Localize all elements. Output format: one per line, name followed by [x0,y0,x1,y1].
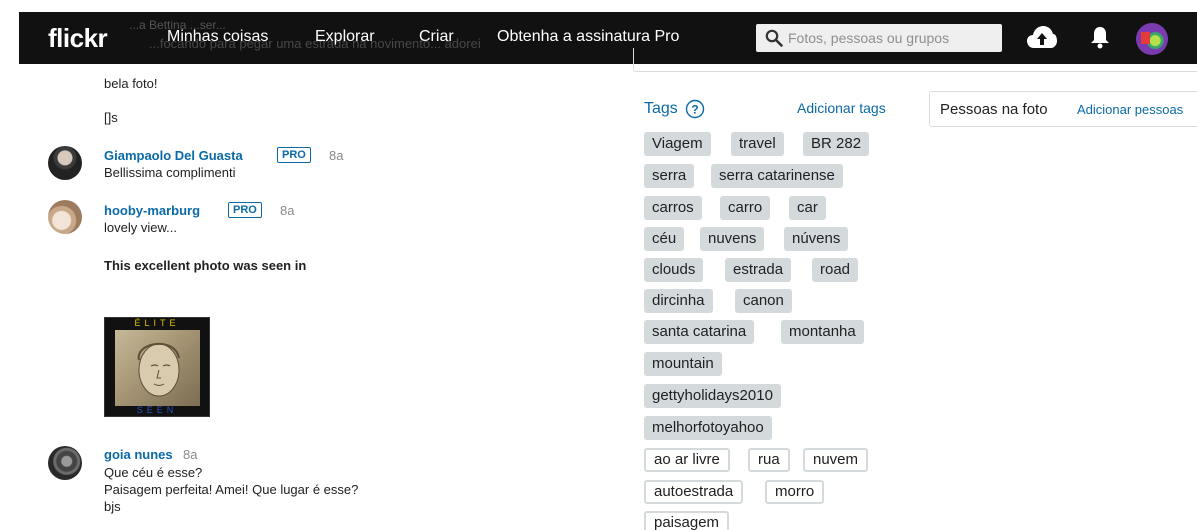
tag-chip-outlined[interactable]: rua [748,448,790,472]
nav-item-explorar[interactable]: Explorar [315,28,375,46]
comment-age[interactable]: 8a [329,148,343,163]
tag-chip[interactable]: serra [644,164,695,188]
tag-chip[interactable]: carros [644,196,702,220]
upload-cloud-icon[interactable] [1026,24,1058,50]
comment-signoff: []s [104,110,118,125]
comment-age[interactable]: 8a [183,447,197,462]
comment-text: Que céu é esse? [104,465,203,480]
tag-chip[interactable]: clouds [644,258,704,282]
tag-chip[interactable]: estrada [725,258,792,282]
help-icon[interactable]: ? [685,99,705,119]
add-people-link[interactable]: Adicionar pessoas [1077,102,1183,117]
tag-chip-outlined[interactable]: paisagem [644,511,730,530]
comment-text: Bellissima complimenti [104,165,236,180]
tag-chip[interactable]: Viagem [644,132,711,156]
tag-chip[interactable]: car [789,196,826,220]
commenter-avatar[interactable] [48,446,82,480]
tag-chip[interactable]: melhorfotoyahoo [644,416,772,440]
pro-badge[interactable]: PRO [277,147,311,163]
comment-text: Paisagem perfeita! Amei! Que lugar é ess… [104,482,359,497]
commenter-name[interactable]: hooby-marburg [104,203,200,218]
tag-chip[interactable]: serra catarinense [711,164,843,188]
tag-chip-outlined[interactable]: autoestrada [644,480,744,504]
commenter-avatar[interactable] [48,200,82,234]
award-artwork [115,330,200,406]
award-top-text: ÉLITE [134,318,180,328]
svg-text:?: ? [691,103,698,117]
tags-heading: Tags [644,100,678,117]
search-icon[interactable] [765,29,783,47]
tag-chip[interactable]: dircinha [644,289,713,313]
bell-icon[interactable] [1089,25,1111,49]
award-bottom-text: SEEN [136,405,178,415]
nav-item-pro[interactable]: Obtenha a assinatura Pro [497,28,679,46]
comment-age[interactable]: 8a [280,203,294,218]
comment-text: bjs [104,499,121,514]
tag-chip[interactable]: mountain [644,352,722,376]
elite-award-image[interactable]: ÉLITE SEEN [104,317,210,417]
seen-in-heading: This excellent photo was seen in [104,258,307,273]
nav-item-criar[interactable]: Criar [419,28,454,46]
add-tags-link[interactable]: Adicionar tags [797,100,886,116]
tag-chip[interactable]: céu [644,227,685,251]
comment-text: lovely view... [104,220,177,235]
tag-chip[interactable]: santa catarina [644,320,755,344]
tag-chip[interactable]: road [812,258,859,282]
tag-chip[interactable]: montanha [781,320,864,344]
commenter-name[interactable]: goia nunes [104,447,173,462]
flickr-logo[interactable]: flickr [48,23,108,54]
nav-item-minhas-coisas[interactable]: Minhas coisas [167,28,268,46]
pro-badge[interactable]: PRO [228,202,262,218]
people-in-photo-box: Pessoas na foto Adicionar pessoas [929,91,1197,127]
commenter-name[interactable]: Giampaolo Del Guasta [104,148,243,163]
tag-chip[interactable]: gettyholidays2010 [644,384,781,408]
tag-chip[interactable]: núvens [784,227,849,251]
people-label: Pessoas na foto [940,101,1048,118]
tag-chip[interactable]: nuvens [700,227,765,251]
panel-edge [633,48,1197,72]
tag-chip-outlined[interactable]: nuvem [803,448,869,472]
commenter-avatar[interactable] [48,146,82,180]
tag-chip-outlined[interactable]: morro [765,480,825,504]
tag-chip[interactable]: canon [735,289,792,313]
tag-chip[interactable]: travel [731,132,784,156]
tag-chip[interactable]: carro [720,196,771,220]
tag-chip[interactable]: BR 282 [803,132,870,156]
comment-text: bela foto! [104,76,158,91]
tag-chip-outlined[interactable]: ao ar livre [644,448,730,472]
